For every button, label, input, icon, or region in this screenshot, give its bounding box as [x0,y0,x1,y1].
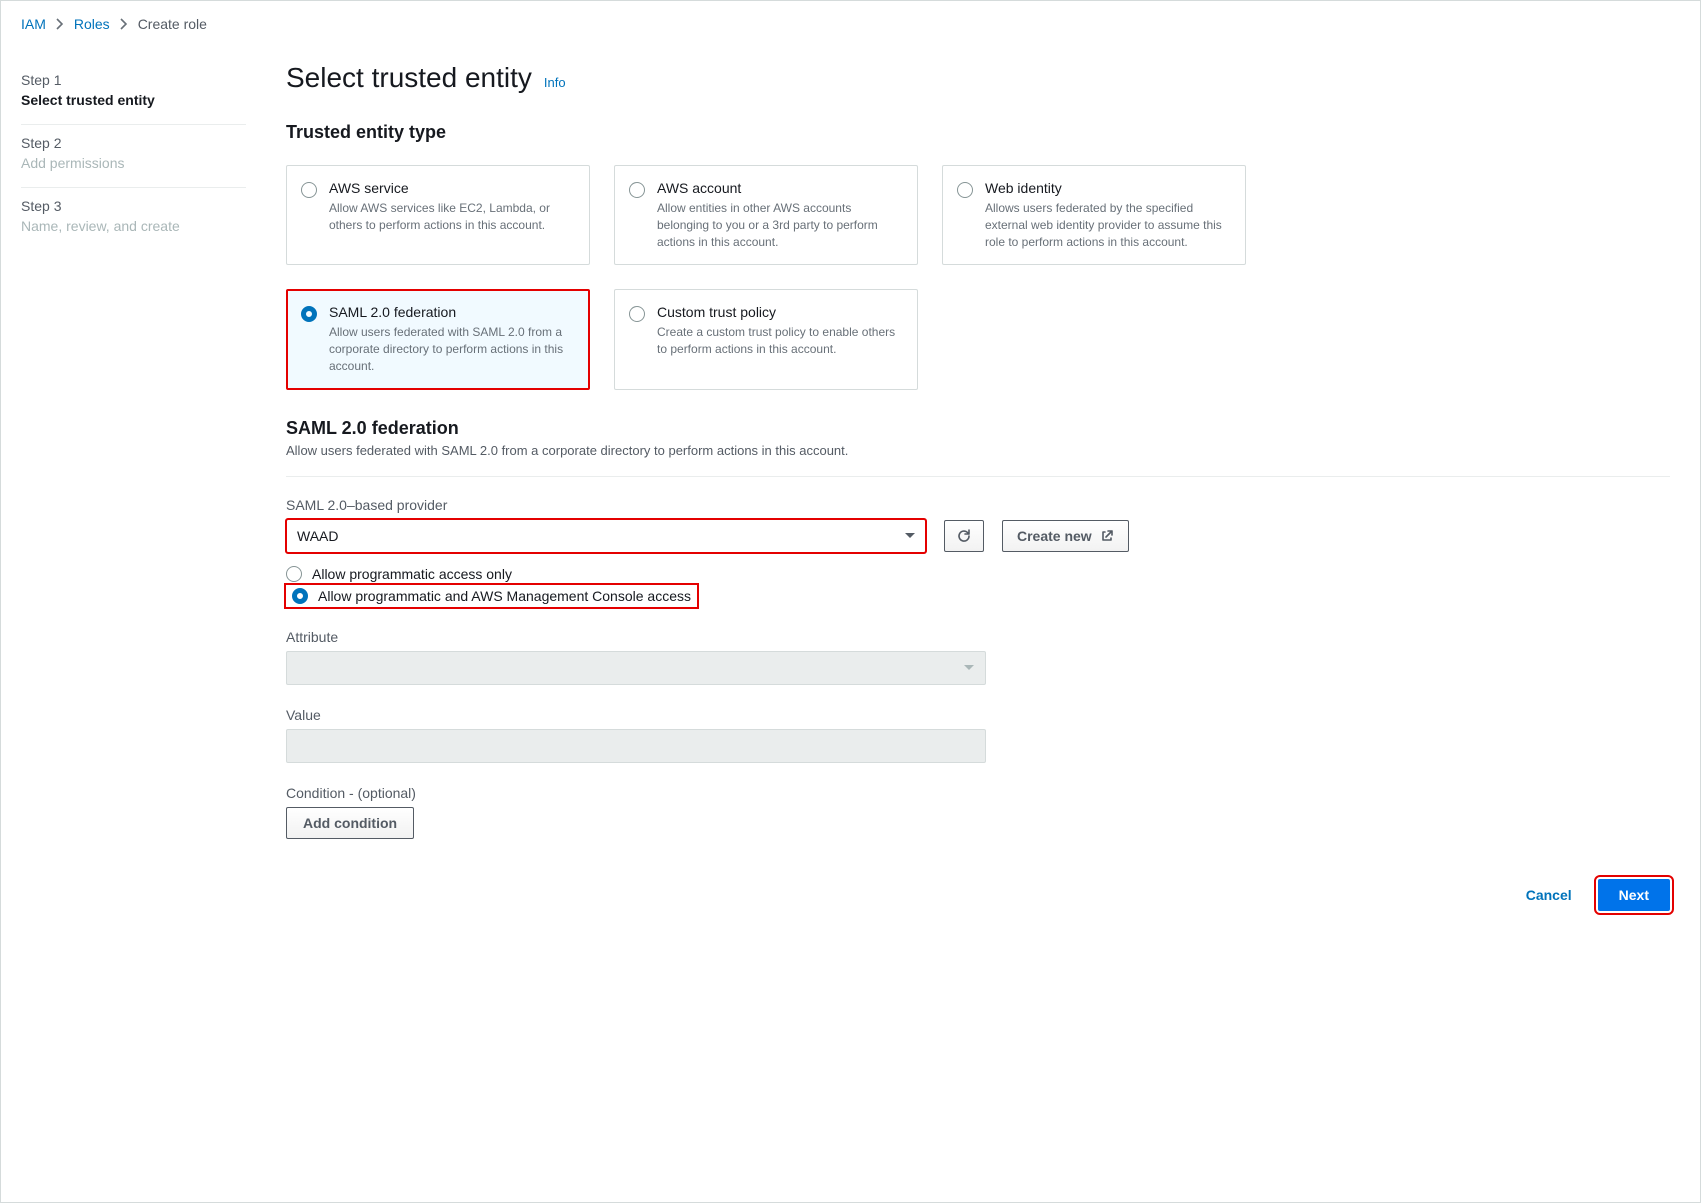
button-label: Create new [1017,528,1092,544]
access-programmatic-and-console[interactable]: Allow programmatic and AWS Management Co… [286,585,697,607]
value-input [286,729,986,763]
tile-aws-service[interactable]: AWS service Allow AWS services like EC2,… [286,165,590,265]
breadcrumb-roles[interactable]: Roles [74,16,110,32]
tile-desc: Allow entities in other AWS accounts bel… [657,200,903,250]
step-title: Select trusted entity [21,92,246,108]
tile-saml-federation[interactable]: SAML 2.0 federation Allow users federate… [286,289,590,389]
radio-icon [301,182,317,198]
refresh-icon [956,528,972,544]
wizard-steps: Step 1 Select trusted entity Step 2 Add … [21,62,246,911]
select-value: WAAD [297,528,338,544]
breadcrumb: IAM Roles Create role [21,16,1680,32]
page-title: Select trusted entity [286,62,532,94]
divider [286,476,1670,477]
cancel-button[interactable]: Cancel [1514,879,1584,911]
refresh-button[interactable] [944,520,984,552]
trusted-entity-heading: Trusted entity type [286,122,1670,143]
create-new-button[interactable]: Create new [1002,520,1129,552]
step-number: Step 1 [21,72,246,88]
caret-down-icon [963,664,975,672]
radio-icon [629,306,645,322]
step-number: Step 2 [21,135,246,151]
access-programmatic-only[interactable]: Allow programmatic access only [286,563,1670,585]
external-link-icon [1100,529,1114,543]
chevron-right-icon [56,18,64,30]
attribute-select [286,651,986,685]
radio-icon [957,182,973,198]
breadcrumb-iam[interactable]: IAM [21,16,46,32]
tile-desc: Allow AWS services like EC2, Lambda, or … [329,200,575,234]
radio-icon [292,588,308,604]
condition-label: Condition - (optional) [286,785,986,801]
tile-title: AWS account [657,180,903,196]
step-3[interactable]: Step 3 Name, review, and create [21,188,246,250]
step-number: Step 3 [21,198,246,214]
chevron-right-icon [120,18,128,30]
caret-down-icon [904,532,916,540]
tile-web-identity[interactable]: Web identity Allows users federated by t… [942,165,1246,265]
tile-desc: Allow users federated with SAML 2.0 from… [329,324,575,374]
tile-title: Web identity [985,180,1231,196]
attribute-label: Attribute [286,629,986,645]
tile-title: AWS service [329,180,575,196]
info-link[interactable]: Info [544,75,566,90]
breadcrumb-current: Create role [138,16,207,32]
radio-icon [629,182,645,198]
step-title: Name, review, and create [21,218,246,234]
tile-title: SAML 2.0 federation [329,304,575,320]
tile-title: Custom trust policy [657,304,903,320]
value-label: Value [286,707,986,723]
radio-label: Allow programmatic and AWS Management Co… [318,588,691,604]
radio-icon [301,306,317,322]
tile-desc: Allows users federated by the specified … [985,200,1231,250]
add-condition-button[interactable]: Add condition [286,807,414,839]
saml-desc: Allow users federated with SAML 2.0 from… [286,443,1670,458]
radio-label: Allow programmatic access only [312,566,512,582]
step-1[interactable]: Step 1 Select trusted entity [21,62,246,125]
provider-label: SAML 2.0–based provider [286,497,1670,513]
tile-custom-trust-policy[interactable]: Custom trust policy Create a custom trus… [614,289,918,389]
tile-aws-account[interactable]: AWS account Allow entities in other AWS … [614,165,918,265]
step-title: Add permissions [21,155,246,171]
saml-heading: SAML 2.0 federation [286,418,1670,439]
next-button[interactable]: Next [1598,879,1670,911]
saml-provider-select[interactable]: WAAD [286,519,926,553]
step-2[interactable]: Step 2 Add permissions [21,125,246,188]
radio-icon [286,566,302,582]
tile-desc: Create a custom trust policy to enable o… [657,324,903,358]
